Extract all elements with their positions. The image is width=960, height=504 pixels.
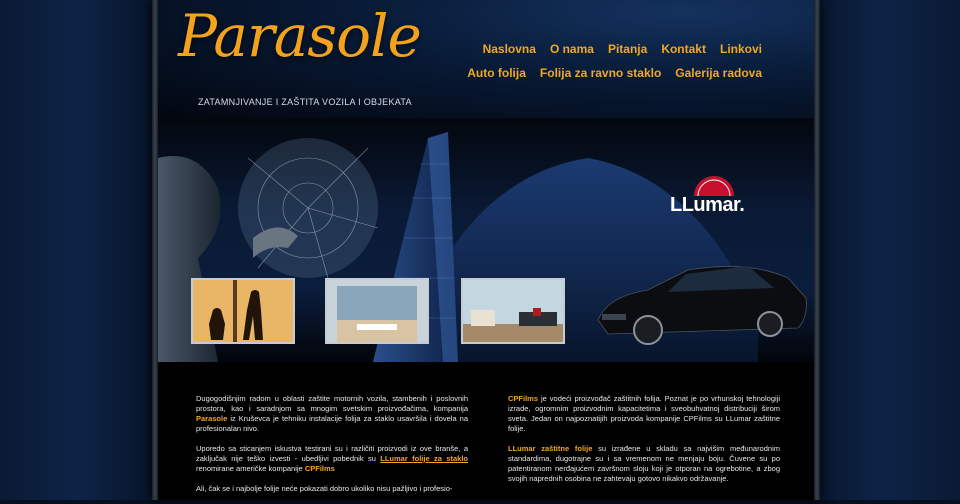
nav-link-pitanja[interactable]: Pitanja [608, 42, 647, 56]
intro-text-end: iz Kruševca je tehniku instalacije folij… [196, 414, 468, 433]
nav-link-o-nama[interactable]: O nama [550, 42, 594, 56]
nav-row-primary: Naslovna O nama Pitanja Kontakt Linkovi [482, 42, 762, 56]
llumar-link[interactable]: LLumar folije za staklo [380, 454, 468, 463]
experience-paragraph: Uporedo sa sticanjem iskustva testirani … [196, 444, 468, 474]
site-tagline: ZATAMNJIVANJE I ZAŠTITA VOZILA I OBJEKAT… [198, 97, 412, 107]
cpfilms-brand: CPFilms [304, 464, 335, 473]
nav-link-auto-folija[interactable]: Auto folija [467, 66, 526, 80]
cpfilms-brand-right: CPFilms [508, 394, 539, 403]
content-column-right: CPFilms je vodeći proizvođač zaštitnih f… [508, 394, 780, 494]
nav-link-kontakt[interactable]: Kontakt [661, 42, 706, 56]
page: Parasole ZATAMNJIVANJE I ZAŠTITA VOZILA … [0, 0, 960, 500]
cpfilms-text: je vodeći proizvođač zaštitnih folija. P… [508, 394, 780, 433]
cpfilms-paragraph: CPFilms je vodeći proizvođač zaštitnih f… [508, 394, 780, 434]
content-column-left: Dugogodišnjim radom u oblasti zaštite mo… [196, 394, 468, 504]
experience-text-end: renomirane američke kompanije [196, 464, 305, 473]
site-logo[interactable]: Parasole [178, 2, 422, 70]
company-name: Parasole [196, 414, 228, 423]
frame-edge-right [814, 0, 820, 500]
hero-banner: LLumar. [158, 118, 814, 362]
main-content: Dugogodišnjim radom u oblasti zaštite mo… [158, 362, 814, 500]
thumbnail-home-interior[interactable] [191, 278, 295, 344]
nav-link-linkovi[interactable]: Linkovi [720, 42, 762, 56]
thumbnail-living-room[interactable] [461, 278, 565, 344]
intro-paragraph: Dugogodišnjim radom u oblasti zaštite mo… [196, 394, 468, 434]
nav-row-secondary: Auto folija Folija za ravno staklo Galer… [467, 66, 762, 80]
llumar-brand: LLumar zaštitne folije [508, 444, 593, 453]
llumar-logo: LLumar. [670, 194, 745, 216]
family-silhouette-image [193, 280, 293, 342]
nav-link-naslovna[interactable]: Naslovna [483, 42, 536, 56]
installation-paragraph: Ali, čak se i najbolje folije neće pokaz… [196, 484, 453, 493]
logo-text: Parasole [178, 2, 422, 70]
nav-link-folija-ravno-staklo[interactable]: Folija za ravno staklo [540, 66, 661, 80]
intro-text-start: Dugogodišnjim radom u oblasti zaštite mo… [196, 394, 468, 413]
office-room-image [327, 280, 427, 342]
nav-link-galerija-radova[interactable]: Galerija radova [675, 66, 762, 80]
thumbnail-office[interactable] [325, 278, 429, 344]
llumar-paragraph: LLumar zaštitne folije su izrađene u skl… [508, 444, 780, 484]
header: Parasole ZATAMNJIVANJE I ZAŠTITA VOZILA … [158, 0, 814, 118]
main-nav: Naslovna O nama Pitanja Kontakt Linkovi … [467, 42, 762, 90]
living-room-image [463, 280, 563, 342]
